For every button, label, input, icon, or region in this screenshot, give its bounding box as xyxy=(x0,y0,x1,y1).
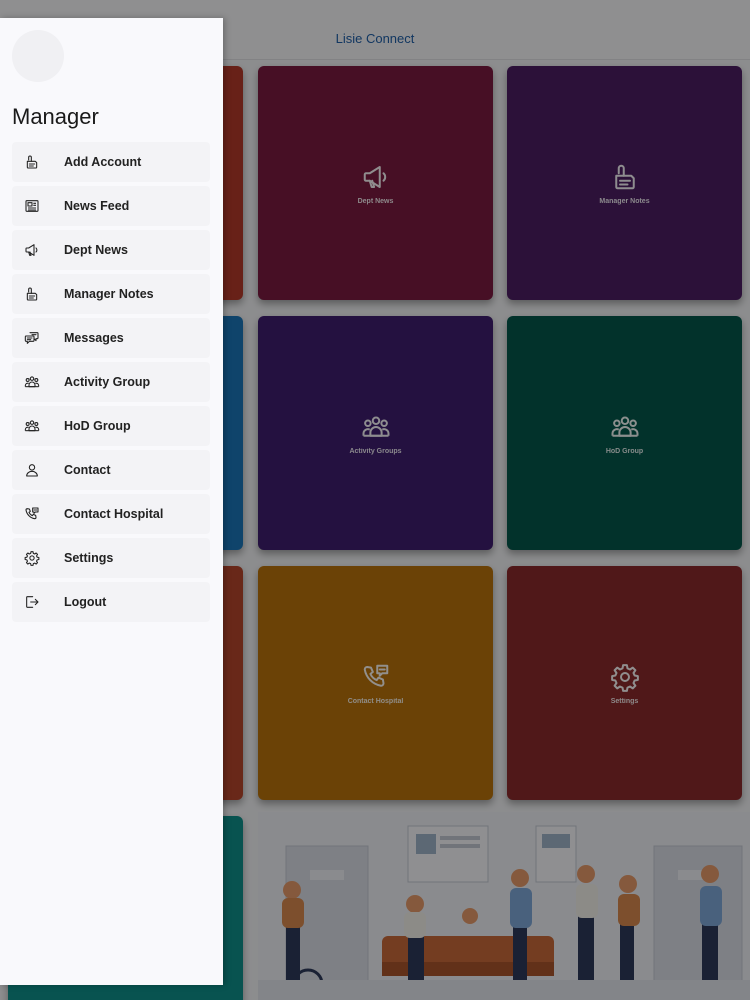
menu-item-logout[interactable]: Logout xyxy=(12,582,210,622)
menu-item-label: Settings xyxy=(64,551,114,565)
drawer-menu: Add Account News Feed Dept News Manager … xyxy=(12,142,210,626)
menu-item-label: Contact Hospital xyxy=(64,507,164,521)
menu-item-label: HoD Group xyxy=(64,419,131,433)
notes-icon xyxy=(24,154,40,170)
notes-icon xyxy=(24,286,40,302)
menu-item-messages[interactable]: Messages xyxy=(12,318,210,358)
menu-item-dept-news[interactable]: Dept News xyxy=(12,230,210,270)
menu-item-news-feed[interactable]: News Feed xyxy=(12,186,210,226)
menu-item-contact-hospital[interactable]: Contact Hospital xyxy=(12,494,210,534)
menu-item-hod-group[interactable]: HoD Group xyxy=(12,406,210,446)
menu-item-contact[interactable]: Contact xyxy=(12,450,210,490)
menu-item-label: Add Account xyxy=(64,155,142,169)
group-icon xyxy=(24,418,40,434)
megaphone-icon xyxy=(24,242,40,258)
menu-item-manager-notes[interactable]: Manager Notes xyxy=(12,274,210,314)
menu-item-activity-group[interactable]: Activity Group xyxy=(12,362,210,402)
drawer-title: Manager xyxy=(12,104,99,129)
menu-item-settings[interactable]: Settings xyxy=(12,538,210,578)
menu-item-label: Messages xyxy=(64,331,124,345)
logout-icon xyxy=(24,594,40,610)
menu-item-add-account[interactable]: Add Account xyxy=(12,142,210,182)
menu-item-label: News Feed xyxy=(64,199,130,213)
menu-item-label: Activity Group xyxy=(64,375,151,389)
menu-item-label: Manager Notes xyxy=(64,287,154,301)
menu-item-label: Logout xyxy=(64,595,107,609)
gear-icon xyxy=(24,550,40,566)
phone-chat-icon xyxy=(24,506,40,522)
navigation-drawer: Manager Add Account News Feed Dept News … xyxy=(0,18,223,985)
menu-item-label: Dept News xyxy=(64,243,128,257)
menu-item-label: Contact xyxy=(64,463,111,477)
person-icon xyxy=(24,462,40,478)
group-icon xyxy=(24,374,40,390)
newspaper-icon xyxy=(24,198,40,214)
messages-icon xyxy=(24,330,40,346)
avatar[interactable] xyxy=(12,30,64,82)
